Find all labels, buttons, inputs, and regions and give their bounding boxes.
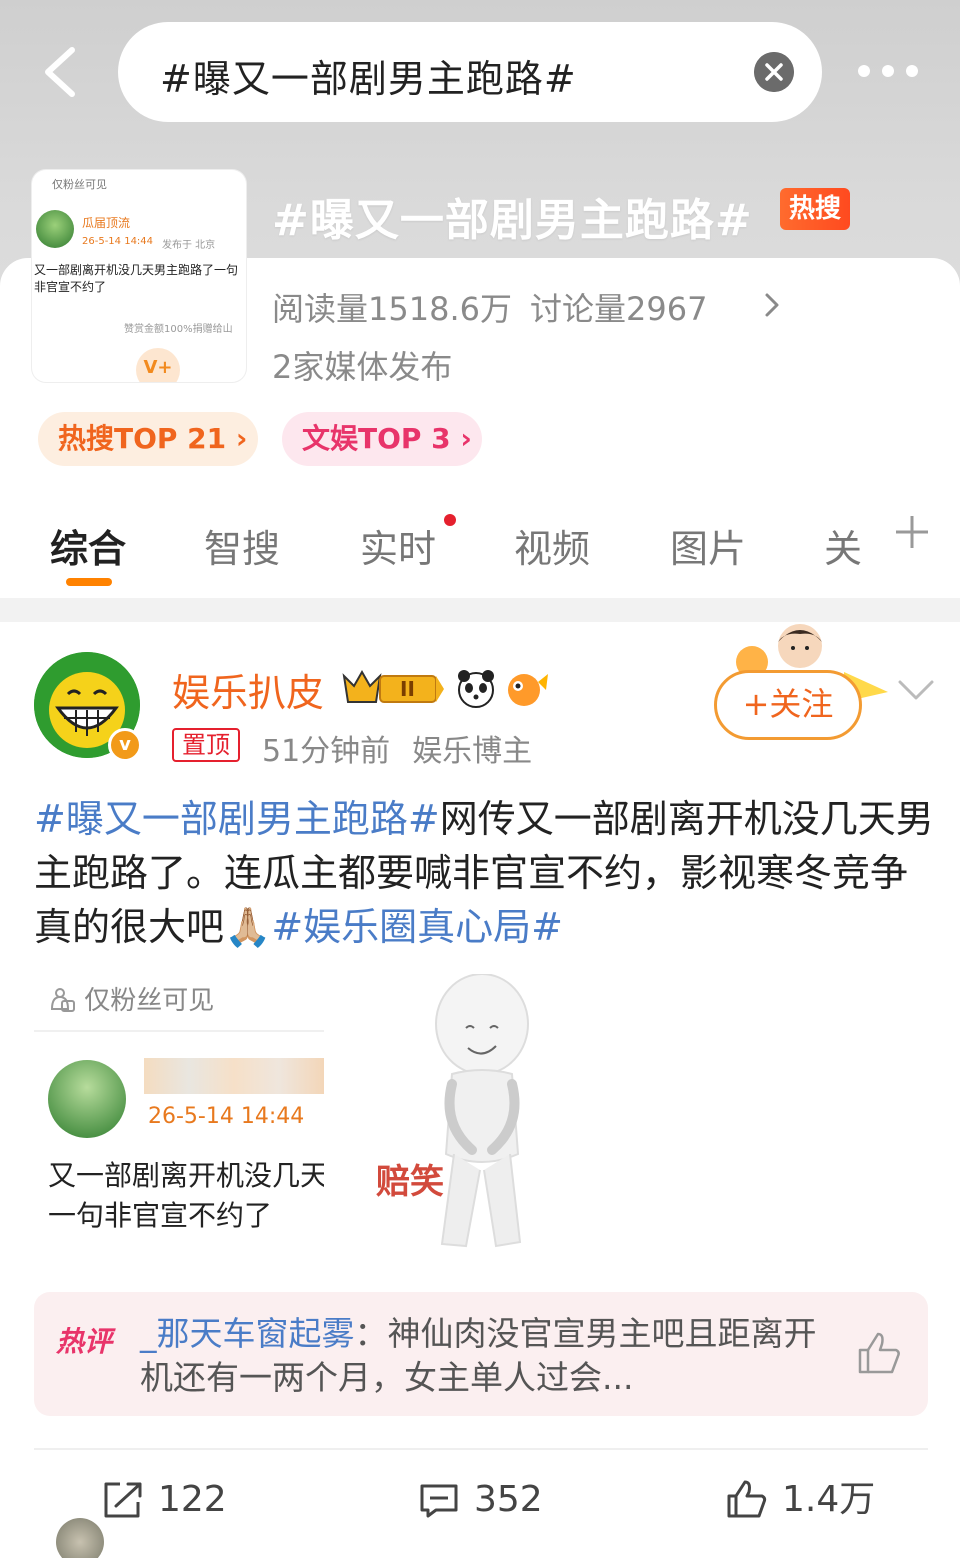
thumbnail-text: 又一部剧离开机没几天男主跑路了一句非官宣不约了 [34, 263, 239, 294]
hot-comment[interactable]: 热评 _那天车窗起雾：神仙肉没官宣男主吧且距离开机还有一两个月，女主单人过会..… [34, 1292, 928, 1416]
hot-rank-pill[interactable]: 热搜TOP 21 › [38, 412, 258, 466]
comment-count: 352 [474, 1479, 543, 1520]
like-count: 1.4万 [782, 1479, 876, 1520]
smiling-figure-icon [435, 973, 529, 1248]
post-text: #曝又一部剧男主跑路#网传又一部剧离开机没几天男主跑路了。连瓜主都要喊非官宣不约… [34, 792, 934, 954]
embed-text: 又一部剧离开机没几天 一句非官宣不约了 [48, 1156, 324, 1236]
thumbs-up-icon [727, 1480, 767, 1518]
embedded-screenshot[interactable]: 仅粉丝可见 26-5-14 14:44 又一部剧离开机没几天 一句非官宣不约了 [34, 974, 334, 1254]
author-role: 娱乐博主 [412, 734, 533, 769]
fans-only-text: 仅粉丝可见 [84, 986, 215, 1016]
chevron-right-icon[interactable] [762, 292, 782, 318]
tab-images[interactable]: 图片 [670, 518, 746, 573]
thumbnail-location: 发布于 北京 [162, 240, 216, 251]
divider [34, 1448, 928, 1450]
read-count: 阅读量1518.6万 [272, 290, 512, 328]
meme-image[interactable]: 赔笑 [370, 973, 640, 1264]
topic-thumbnail[interactable]: 仅粉丝可见 瓜届顶流 26-5-14 14:44 发布于 北京 又一部剧离开机没… [32, 170, 246, 382]
pinned-badge: 置顶 [172, 728, 240, 762]
clear-icon[interactable] [754, 52, 794, 92]
hashtag-link[interactable]: #娱乐圈真心局# [271, 905, 563, 949]
search-input[interactable]: #曝又一部剧男主跑路# [118, 22, 822, 122]
verified-icon: v [108, 728, 142, 762]
more-icon[interactable] [858, 60, 922, 82]
author-avatar[interactable]: v [34, 652, 144, 762]
author-name[interactable]: 娱乐扒皮 [172, 662, 324, 717]
lock-icon [50, 988, 75, 1012]
tab-smart-search[interactable]: 智搜 [204, 518, 280, 573]
panda-icon [458, 670, 494, 708]
thumbnail-time: 26-5-14 14:44 [82, 236, 154, 247]
chevron-down-icon[interactable] [898, 680, 934, 700]
fans-only-label: 仅粉丝可见 [48, 980, 214, 1017]
comment-icon [420, 1484, 458, 1518]
discussion-count: 讨论量2967 [529, 290, 708, 328]
hot-badge: 热搜 [780, 188, 850, 230]
plus-icon[interactable] [892, 512, 932, 552]
topic-title: #曝又一部剧男主跑路# [272, 195, 753, 246]
search-query: #曝又一部剧男主跑路# [160, 57, 577, 101]
entertainment-rank-pill[interactable]: 文娱TOP 3 › [282, 412, 482, 466]
avatar [36, 210, 74, 248]
topic-stats[interactable]: 阅读量1518.6万 讨论量2967 [272, 284, 725, 330]
share-icon [104, 1482, 142, 1518]
fans-only-label: 仅粉丝可见 [52, 178, 107, 191]
blurred-name [144, 1058, 324, 1094]
embed-text-line: 又一部剧离开机没几天 [48, 1159, 324, 1192]
pufferfish-icon [508, 674, 548, 706]
thumbs-up-icon[interactable] [856, 1330, 902, 1376]
post-time: 51分钟前 [262, 734, 391, 769]
hot-comment-label: 热评 [56, 1325, 113, 1358]
meme-caption: 赔笑 [376, 1162, 444, 1202]
embed-text-line: 一句非官宣不约了 [48, 1199, 273, 1232]
hot-comment-text: _那天车窗起雾：神仙肉没官宣男主吧且距离开机还有一两个月，女主单人过会... [140, 1312, 820, 1400]
avatar [48, 1060, 126, 1138]
tab-following[interactable]: 关 [824, 518, 862, 573]
vplus-icon: V+ [136, 348, 180, 382]
follow-button[interactable]: +关注 [714, 670, 862, 740]
crown-level-icon: II [342, 669, 444, 703]
thumbnail-tip: 赞赏金额100%捐赠给山 [124, 324, 233, 335]
avatar[interactable] [56, 1518, 104, 1558]
page: #曝又一部剧男主跑路# #曝又一部剧男主跑路# 热搜 阅读量1518.6万 讨论量… [0, 0, 960, 1558]
thumbnail-author: 瓜届顶流 [82, 216, 131, 230]
embed-time: 26-5-14 14:44 [148, 1104, 305, 1129]
svg-text:II: II [400, 677, 415, 701]
active-tab-indicator [66, 578, 112, 586]
comment-author[interactable]: _那天车窗起雾 [140, 1314, 355, 1353]
divider [34, 1030, 324, 1032]
hashtag-link[interactable]: #曝又一部剧男主跑路# [34, 797, 440, 841]
tab-bar: 综合 智搜 实时 视频 图片 关 [0, 490, 960, 594]
notification-dot [444, 514, 456, 526]
back-arrow-icon[interactable] [36, 42, 86, 102]
tab-video[interactable]: 视频 [514, 518, 590, 573]
post-card: v 娱乐扒皮 II 置顶 51分钟前 娱乐博主 +关注 #曝又一部剧男主跑路#网… [0, 622, 960, 1558]
post-meta: 51分钟前 娱乐博主 [262, 726, 554, 770]
media-count[interactable]: 2家媒体发布 [272, 342, 452, 388]
share-count: 122 [158, 1479, 227, 1520]
tab-realtime[interactable]: 实时 [360, 518, 436, 573]
tab-comprehensive[interactable]: 综合 [50, 518, 126, 573]
member-badges: II [342, 669, 548, 708]
